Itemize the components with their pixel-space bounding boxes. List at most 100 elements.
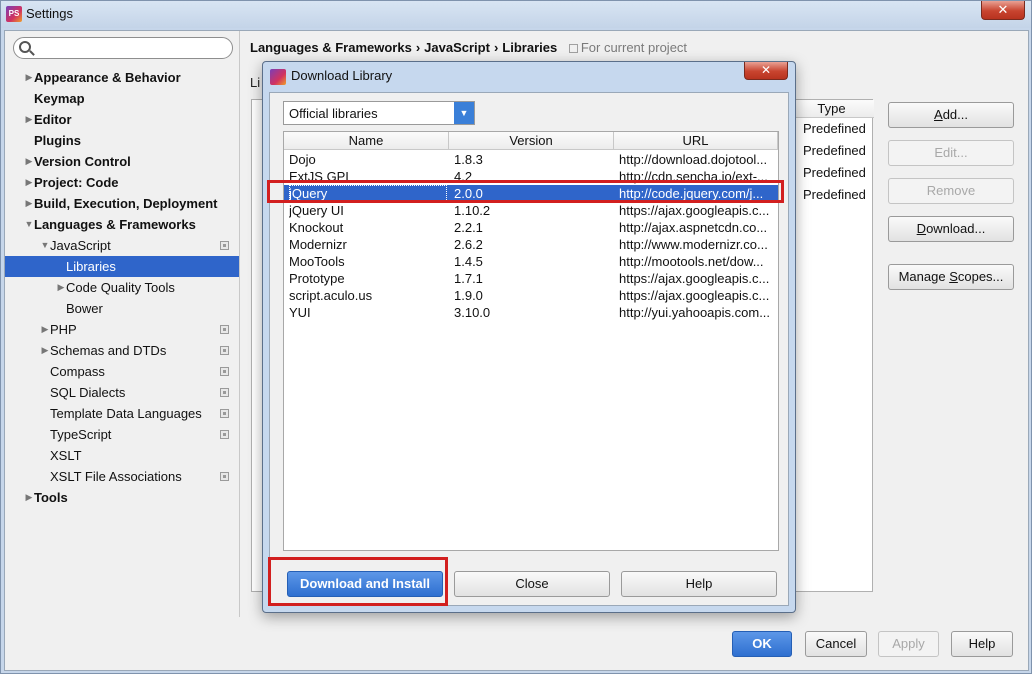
column-header-version[interactable]: Version: [449, 132, 614, 150]
breadcrumb-part: Languages & Frameworks: [250, 40, 412, 55]
cell-version: 4.2: [454, 169, 473, 184]
nav-item-label: Compass: [50, 364, 105, 379]
nav-item[interactable]: ▶ Code Quality Tools: [5, 277, 239, 298]
nav-item[interactable]: ▶ Build, Execution, Deployment: [5, 193, 239, 214]
add-library-button[interactable]: Add...: [888, 102, 1014, 128]
nav-item[interactable]: ▶ Appearance & Behavior: [5, 67, 239, 88]
nav-item[interactable]: Bower: [5, 298, 239, 319]
project-scope-icon: [220, 388, 229, 397]
cell-name: Prototype: [289, 271, 345, 286]
nav-item[interactable]: XSLT: [5, 445, 239, 466]
scope-note: For current project: [568, 40, 688, 55]
table-row[interactable]: Knockout 2.2.1 http://ajax.aspnetcdn.co...: [284, 219, 778, 236]
table-row[interactable]: script.aculo.us 1.9.0 https://ajax.googlea…: [284, 287, 778, 304]
scope-note-text: For current project: [580, 40, 688, 55]
nav-item-label: SQL Dialects: [50, 385, 126, 400]
settings-window: PS Settings ▶ Appearance & Behavior Keymap…: [0, 0, 1032, 674]
nav-item[interactable]: TypeScript: [5, 424, 239, 445]
pane-divider[interactable]: [239, 31, 240, 617]
cancel-button[interactable]: Cancel: [805, 631, 867, 657]
project-scope-icon: [220, 241, 229, 250]
download-library-table[interactable]: Name Version URL Dojo 1.8.3 http://downloa…: [283, 131, 779, 551]
nav-item[interactable]: Libraries: [5, 256, 239, 277]
table-row[interactable]: Modernizr 2.6.2 http://www.modernizr.co...: [284, 236, 778, 253]
cell-url: http://code.jquery.com/j...: [619, 186, 764, 201]
add-library-mnemonic: A: [934, 107, 943, 122]
nav-item[interactable]: ▶ Project: Code: [5, 172, 239, 193]
manage-scopes-label-b: copes...: [957, 269, 1004, 284]
dialog-help-button[interactable]: Help: [621, 571, 777, 597]
nav-item[interactable]: ▶ Schemas and DTDs: [5, 340, 239, 361]
column-header-name[interactable]: Name: [284, 132, 449, 150]
remove-library-button[interactable]: Remove: [888, 178, 1014, 204]
cell-url: https://ajax.googleapis.c...: [619, 203, 770, 218]
cell-version: 1.9.0: [454, 288, 483, 303]
project-scope-icon: [220, 409, 229, 418]
nav-item[interactable]: ▼ JavaScript: [5, 235, 239, 256]
cell-name: jQuery: [289, 185, 447, 202]
download-library-button[interactable]: Download...: [888, 216, 1014, 242]
breadcrumb-separator: ›: [415, 40, 421, 55]
column-header-type[interactable]: Type: [788, 100, 874, 118]
ok-button[interactable]: OK: [732, 631, 792, 657]
dialog-title: Download Library: [291, 68, 393, 83]
edit-library-button[interactable]: Edit...: [888, 140, 1014, 166]
nav-item-label: Version Control: [34, 154, 131, 169]
table-row[interactable]: MooTools 1.4.5 http://mootools.net/dow...: [284, 253, 778, 270]
title-bar: PS Settings: [1, 1, 1031, 28]
download-and-install-button[interactable]: Download and Install: [287, 571, 443, 597]
project-scope-icon: [568, 44, 578, 53]
nav-item-label: JavaScript: [50, 238, 111, 253]
nav-item-label: Code Quality Tools: [66, 280, 175, 295]
table-row[interactable]: YUI 3.10.0 http://yui.yahooapis.com...: [284, 304, 778, 321]
cell-name: Knockout: [289, 220, 344, 235]
nav-item-label: Appearance & Behavior: [34, 70, 181, 85]
nav-item-label: Plugins: [34, 133, 81, 148]
cell-version: 1.10.2: [454, 203, 491, 218]
breadcrumb-separator: ›: [493, 40, 499, 55]
nav-item[interactable]: XSLT File Associations: [5, 466, 239, 487]
close-button[interactable]: Close: [454, 571, 610, 597]
nav-item-label: XSLT File Associations: [50, 469, 182, 484]
project-scope-icon: [220, 472, 229, 481]
library-source-select[interactable]: Official libraries ▼: [283, 101, 475, 125]
nav-item-label: Schemas and DTDs: [50, 343, 167, 358]
manage-scopes-mnemonic: S: [949, 269, 958, 284]
nav-item[interactable]: ▶ Editor: [5, 109, 239, 130]
nav-item-label: Languages & Frameworks: [34, 217, 196, 232]
nav-item[interactable]: Keymap: [5, 88, 239, 109]
cell-name: Modernizr: [289, 237, 347, 252]
dialog-close-button[interactable]: ✕: [744, 62, 788, 80]
window-close-button[interactable]: ✕: [981, 1, 1025, 20]
project-scope-icon: [220, 367, 229, 376]
table-row[interactable]: Dojo 1.8.3 http://download.dojotool...: [284, 151, 778, 168]
nav-item[interactable]: SQL Dialects: [5, 382, 239, 403]
nav-item-label: PHP: [50, 322, 77, 337]
nav-item[interactable]: ▶ Tools: [5, 487, 239, 508]
close-icon: ✕: [997, 2, 1009, 17]
table-row[interactable]: ExtJS GPL 4.2 http://cdn.sencha.io/ext-...: [284, 168, 778, 185]
nav-item[interactable]: ▼ Languages & Frameworks: [5, 214, 239, 235]
help-button[interactable]: Help: [951, 631, 1013, 657]
table-row[interactable]: Prototype 1.7.1 https://ajax.googleapis.c.…: [284, 270, 778, 287]
download-mnemonic: D: [916, 221, 927, 236]
nav-item-label: Tools: [34, 490, 68, 505]
nav-item[interactable]: ▶ Version Control: [5, 151, 239, 172]
column-header-url[interactable]: URL: [614, 132, 778, 150]
nav-item[interactable]: Compass: [5, 361, 239, 382]
dialog-body: Official libraries ▼ Name Version URL Do…: [269, 92, 789, 606]
nav-item[interactable]: Template Data Languages: [5, 403, 239, 424]
download-library-dialog: Download Library ✕ Official libraries ▼ …: [262, 61, 796, 613]
project-scope-icon: [220, 325, 229, 334]
manage-scopes-button[interactable]: Manage Scopes...: [888, 264, 1014, 290]
window-title: Settings: [26, 6, 73, 21]
nav-item[interactable]: Plugins: [5, 130, 239, 151]
chevron-down-icon: ▼: [454, 102, 474, 124]
apply-button[interactable]: Apply: [878, 631, 939, 657]
phpstorm-logo-icon: PS: [6, 6, 22, 22]
nav-item[interactable]: ▶ PHP: [5, 319, 239, 340]
cell-version: 2.2.1: [454, 220, 483, 235]
table-row[interactable]: jQuery 2.0.0 http://code.jquery.com/j...: [284, 185, 778, 202]
table-row[interactable]: jQuery UI 1.10.2 https://ajax.googleapis.c…: [284, 202, 778, 219]
settings-search-input[interactable]: [13, 37, 233, 59]
